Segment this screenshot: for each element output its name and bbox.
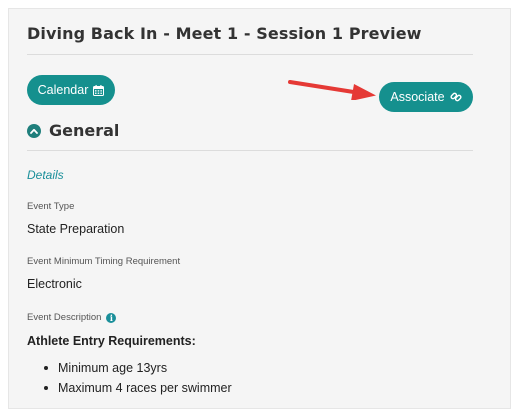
link-icon	[450, 91, 462, 103]
calendar-icon	[93, 84, 105, 96]
event-type-label: Event Type	[27, 201, 75, 212]
annotation-arrow-icon	[288, 80, 376, 100]
details-subheading: Details	[27, 168, 64, 182]
associate-button-label: Associate	[390, 90, 445, 104]
general-section-header[interactable]: General	[27, 121, 119, 140]
preview-panel	[8, 8, 511, 409]
calendar-button-label: Calendar	[37, 83, 89, 97]
screenshot-frame: Diving Back In - Meet 1 - Session 1 Prev…	[0, 0, 519, 409]
timing-requirement-label: Event Minimum Timing Requirement	[27, 256, 181, 267]
title-divider	[27, 54, 473, 55]
list-item: Maximum 4 races per swimmer	[27, 378, 232, 398]
timing-requirement-value: Electronic	[27, 277, 82, 291]
associate-button[interactable]: Associate	[379, 82, 473, 112]
list-item: Minimum age 13yrs	[27, 358, 232, 378]
section-divider	[27, 150, 473, 151]
section-title: General	[49, 121, 120, 140]
event-description-label: Event Description	[27, 312, 102, 323]
entry-requirements-heading: Athlete Entry Requirements:	[27, 334, 196, 348]
page-title: Diving Back In - Meet 1 - Session 1 Prev…	[27, 24, 422, 43]
calendar-button[interactable]: Calendar	[27, 75, 115, 105]
event-description-label-row: Event Description i	[27, 312, 117, 323]
event-type-value: State Preparation	[27, 222, 125, 236]
chevron-up-icon[interactable]	[27, 123, 41, 138]
info-icon[interactable]: i	[106, 312, 117, 323]
entry-requirements-list: Minimum age 13yrs Maximum 4 races per sw…	[27, 358, 232, 398]
